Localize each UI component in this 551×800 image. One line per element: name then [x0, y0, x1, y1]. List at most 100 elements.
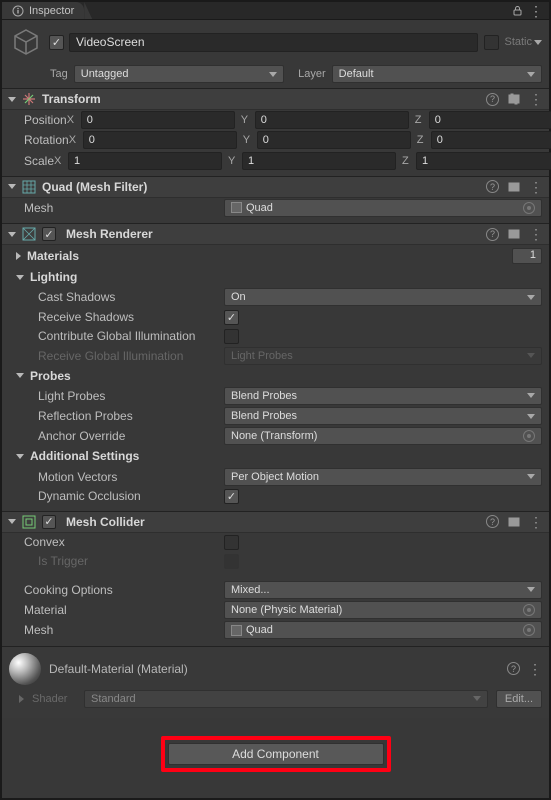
preset-icon[interactable]: [507, 92, 521, 106]
light-probes-row: Light Probes Blend Probes: [2, 386, 549, 406]
shader-dropdown[interactable]: Standard: [84, 690, 488, 708]
mesh-collider-icon: [21, 514, 37, 530]
help-icon[interactable]: ?: [486, 93, 499, 106]
foldout-icon[interactable]: [16, 454, 24, 459]
is-trigger-checkbox: [224, 554, 239, 569]
gameobject-icon[interactable]: [9, 25, 43, 59]
foldout-icon[interactable]: [16, 252, 21, 260]
tag-label: Tag: [50, 68, 68, 80]
component-menu-icon[interactable]: ⋮: [529, 515, 543, 529]
gameobject-name-input[interactable]: [69, 33, 478, 52]
gameobject-header: Static: [2, 20, 549, 62]
mesh-collider-mesh-field[interactable]: Quad: [224, 621, 542, 639]
preset-icon[interactable]: [507, 227, 521, 241]
foldout-icon[interactable]: [16, 373, 24, 378]
shader-label: Shader: [32, 693, 76, 705]
mesh-renderer-enable-checkbox[interactable]: [42, 227, 56, 241]
help-icon[interactable]: ?: [486, 180, 499, 193]
transform-icon: [21, 91, 37, 107]
preset-icon[interactable]: [507, 515, 521, 529]
scale-z-input[interactable]: [416, 152, 551, 170]
help-icon[interactable]: ?: [486, 228, 499, 241]
convex-checkbox[interactable]: [224, 535, 239, 550]
object-picker-icon: [523, 430, 535, 442]
material-section: Default-Material (Material) ? ⋮ Shader S…: [2, 646, 549, 718]
receive-shadows-checkbox[interactable]: [224, 310, 239, 325]
foldout-icon[interactable]: [8, 97, 16, 102]
static-toggle[interactable]: Static: [484, 35, 542, 50]
tag-dropdown[interactable]: Untagged: [74, 65, 284, 83]
mesh-renderer-icon: [21, 226, 37, 242]
gameobject-active-checkbox[interactable]: [49, 35, 64, 50]
tab-strip: Inspector ⋮: [2, 2, 549, 20]
physic-material-field[interactable]: None (Physic Material): [224, 601, 542, 619]
cooking-options-dropdown[interactable]: Mixed...: [224, 581, 542, 599]
position-z-input[interactable]: [429, 111, 551, 129]
help-icon[interactable]: ?: [486, 515, 499, 528]
component-menu-icon[interactable]: ⋮: [529, 227, 543, 241]
add-component-button[interactable]: Add Component: [168, 743, 384, 765]
help-icon[interactable]: ?: [507, 662, 520, 675]
receive-gi-row: Receive Global Illumination Light Probes: [2, 346, 549, 366]
receive-gi-dropdown: Light Probes: [224, 347, 542, 365]
object-picker-icon: [523, 604, 535, 616]
position-y-input[interactable]: [255, 111, 409, 129]
probes-foldout[interactable]: Probes: [2, 366, 549, 386]
scale-y-input[interactable]: [242, 152, 396, 170]
materials-count[interactable]: 1: [512, 248, 542, 264]
foldout-icon[interactable]: [16, 275, 24, 280]
is-trigger-row: Is Trigger: [2, 552, 549, 571]
lock-icon: [512, 5, 523, 16]
component-menu-icon[interactable]: ⋮: [529, 180, 543, 194]
mesh-renderer-header[interactable]: Mesh Renderer ? ⋮: [2, 223, 549, 245]
kebab-menu-icon[interactable]: ⋮: [529, 4, 543, 18]
foldout-icon[interactable]: [8, 232, 16, 237]
tab-options[interactable]: ⋮: [506, 2, 549, 19]
cast-shadows-row: Cast Shadows On: [2, 287, 549, 307]
rotation-x-input[interactable]: [83, 131, 237, 149]
cooking-options-row: Cooking Options Mixed...: [2, 580, 549, 600]
cast-shadows-dropdown[interactable]: On: [224, 288, 542, 306]
preset-icon[interactable]: [507, 180, 521, 194]
mesh-collider-enable-checkbox[interactable]: [42, 515, 56, 529]
receive-shadows-row: Receive Shadows: [2, 308, 549, 327]
inspector-panel: Inspector ⋮ Static Tag Untagged Layer De…: [0, 0, 551, 800]
component-menu-icon[interactable]: ⋮: [528, 662, 542, 676]
dynamic-occlusion-checkbox[interactable]: [224, 489, 239, 504]
anchor-override-field[interactable]: None (Transform): [224, 427, 542, 445]
rotation-row: Rotation X Y Z: [2, 130, 549, 150]
foldout-icon[interactable]: [8, 519, 16, 524]
contribute-gi-checkbox[interactable]: [224, 329, 239, 344]
material-preview-icon[interactable]: [9, 653, 41, 685]
additional-settings-foldout[interactable]: Additional Settings: [2, 446, 549, 466]
rotation-z-input[interactable]: [431, 131, 551, 149]
foldout-icon[interactable]: [19, 695, 24, 703]
motion-vectors-row: Motion Vectors Per Object Motion: [2, 466, 549, 486]
mesh-collider-header[interactable]: Mesh Collider ? ⋮: [2, 511, 549, 533]
tab-inspector[interactable]: Inspector: [2, 2, 84, 19]
reflection-probes-dropdown[interactable]: Blend Probes: [224, 407, 542, 425]
mesh-filter-mesh-field[interactable]: Quad: [224, 199, 542, 217]
object-picker-icon: [523, 202, 535, 214]
foldout-icon[interactable]: [8, 184, 16, 189]
mesh-filter-header[interactable]: Quad (Mesh Filter) ? ⋮: [2, 176, 549, 198]
motion-vectors-dropdown[interactable]: Per Object Motion: [224, 468, 542, 486]
transform-component-header[interactable]: Transform ? ⋮: [2, 88, 549, 110]
tag-layer-row: Tag Untagged Layer Default: [2, 62, 549, 88]
edit-material-button[interactable]: Edit...: [496, 690, 542, 708]
mesh-filter-icon: [21, 179, 37, 195]
mesh-collider-mesh-row: Mesh Quad: [2, 620, 549, 640]
component-menu-icon[interactable]: ⋮: [529, 92, 543, 106]
lighting-foldout[interactable]: Lighting: [2, 267, 549, 287]
highlight-box: Add Component: [161, 736, 391, 772]
materials-foldout[interactable]: Materials 1: [2, 245, 549, 267]
position-x-input[interactable]: [81, 111, 235, 129]
anchor-override-row: Anchor Override None (Transform): [2, 426, 549, 446]
contribute-gi-row: Contribute Global Illumination: [2, 327, 549, 346]
layer-dropdown[interactable]: Default: [332, 65, 542, 83]
mesh-filter-mesh-row: Mesh Quad: [2, 198, 549, 218]
add-component-area: Add Component: [2, 718, 549, 798]
rotation-y-input[interactable]: [257, 131, 411, 149]
scale-x-input[interactable]: [68, 152, 222, 170]
light-probes-dropdown[interactable]: Blend Probes: [224, 387, 542, 405]
